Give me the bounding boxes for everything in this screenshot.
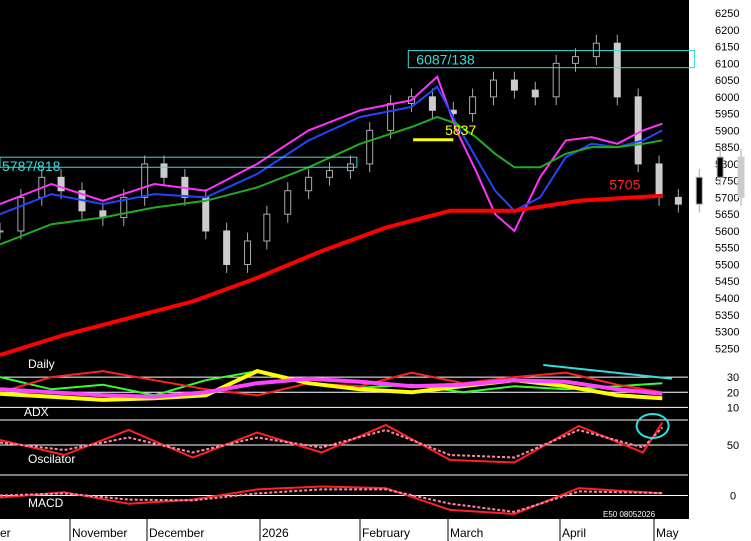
candle-body <box>469 96 477 115</box>
panel-tick-label: 0 <box>730 491 736 503</box>
month-label: December <box>149 526 204 540</box>
candle-body <box>366 129 374 165</box>
candle-body <box>160 163 168 178</box>
price-tick-label: 5450 <box>715 276 739 288</box>
price-tick-label: 5350 <box>715 310 739 322</box>
candle-body <box>223 230 231 265</box>
annotation-label: 5787/818 <box>2 158 61 174</box>
candle-body <box>428 96 436 111</box>
candle-body <box>510 79 518 91</box>
candle <box>613 34 621 106</box>
annotation-label: 5705 <box>609 177 640 193</box>
candle-body <box>284 190 292 215</box>
candle-body <box>0 230 4 233</box>
candle-body <box>489 79 497 98</box>
panel-tick-label: 50 <box>727 440 739 452</box>
candle-body <box>613 42 621 98</box>
candle-body <box>716 156 724 178</box>
time-axis: er November December 2026 February March April… <box>0 519 751 541</box>
candle-body <box>655 163 663 198</box>
candle-body <box>141 163 149 198</box>
price-tick-label: 6000 <box>715 92 739 104</box>
price-tick-label: 6050 <box>715 75 739 87</box>
candle-body <box>531 89 539 98</box>
candle <box>737 148 745 206</box>
panel-tick-label: 10 <box>727 402 739 414</box>
panel-label: Daily <box>28 357 55 371</box>
price-axis-labels: 6250620061506100605060005950590058505800… <box>715 8 739 355</box>
month-label: er <box>0 526 11 540</box>
month-label: 2026 <box>262 526 289 540</box>
price-tick-label: 5650 <box>715 209 739 221</box>
price-tick-label: 5700 <box>715 192 739 204</box>
price-tick-label: 5600 <box>715 226 739 238</box>
price-tick-label: 6150 <box>715 42 739 54</box>
annotation-label: 6087/138 <box>416 52 475 68</box>
price-tick-label: 5500 <box>715 259 739 271</box>
candle-body <box>244 240 252 265</box>
candle <box>634 88 642 173</box>
month-label: May <box>656 526 679 540</box>
candle-body <box>695 176 703 205</box>
candle-body <box>326 170 334 178</box>
month-label: February <box>362 526 410 540</box>
chart-background <box>0 0 751 541</box>
instrument-code: E50 08052026 <box>603 510 656 519</box>
price-tick-label: 6200 <box>715 25 739 37</box>
candle-body <box>634 96 642 165</box>
price-tick-label: 5550 <box>715 243 739 255</box>
panel-tick-label: 30 <box>727 372 739 384</box>
price-tick-label: 5300 <box>715 327 739 339</box>
price-tick-label: 5850 <box>715 142 739 154</box>
price-tick-label: 6250 <box>715 8 739 20</box>
candle-body <box>263 213 271 242</box>
candle-body <box>202 196 210 232</box>
candle-body <box>737 156 745 198</box>
price-tick-label: 5250 <box>715 343 739 355</box>
price-tick-label: 5400 <box>715 293 739 305</box>
candle-body <box>552 62 560 98</box>
price-chart: er November December 2026 February March April… <box>0 0 751 541</box>
candle-body <box>674 196 682 205</box>
candle-body <box>305 176 313 192</box>
candle-body <box>571 56 579 64</box>
month-label: April <box>562 526 586 540</box>
annotation-label: 5837 <box>445 122 476 138</box>
panel-sublabel: ADX <box>24 405 49 419</box>
month-label: March <box>450 526 483 540</box>
candle-body <box>387 103 395 131</box>
panel-label: MACD <box>28 496 64 510</box>
month-label: November <box>72 526 127 540</box>
price-tick-label: 6100 <box>715 58 739 70</box>
panel-tick-label: 20 <box>727 387 739 399</box>
candle-body <box>592 42 600 58</box>
price-tick-label: 5950 <box>715 109 739 121</box>
candle-body <box>17 196 25 232</box>
price-tick-label: 5900 <box>715 125 739 137</box>
